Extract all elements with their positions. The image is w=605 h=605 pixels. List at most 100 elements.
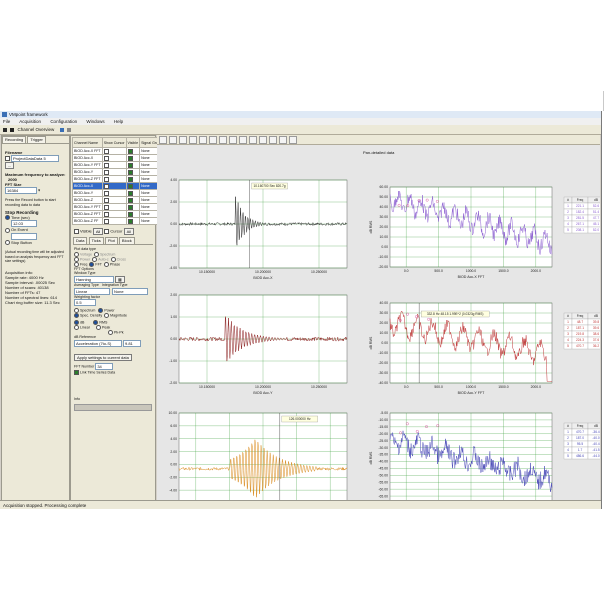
channel-name[interactable]: BIOD Acc-Y FFT (72, 161, 103, 169)
spec-density-radio[interactable] (74, 313, 79, 319)
channel-row[interactable]: BIOD Acc-Y None (72, 168, 165, 176)
stop-icon[interactable] (10, 127, 15, 132)
visible-row-checkbox[interactable] (127, 169, 133, 175)
channel-row[interactable]: BIOD Acc-X FFT None (72, 147, 165, 155)
visible-cell[interactable] (125, 154, 141, 162)
show-cursor-cell[interactable] (101, 154, 127, 162)
show-cursor-cell[interactable] (101, 217, 127, 225)
channel-row[interactable]: BIOD Acc-Z FF None (72, 217, 165, 225)
show-cursor-cell[interactable] (101, 210, 127, 218)
zoom-y-icon[interactable] (199, 136, 207, 144)
filename-input[interactable]: ProjectDataData 5 (11, 155, 59, 162)
col-show-cursor[interactable]: Show Cursor (101, 137, 127, 148)
visible-cell[interactable] (125, 217, 141, 225)
power-type-radio[interactable] (74, 256, 79, 262)
visible-row-checkbox[interactable] (127, 176, 133, 182)
channel-row[interactable]: BIOD Acc-X None (72, 182, 165, 190)
on-event-radio[interactable] (5, 227, 10, 233)
tab-trigger[interactable]: Trigger (27, 136, 46, 143)
visible-row-checkbox[interactable] (127, 218, 133, 224)
visible-row-checkbox[interactable] (127, 197, 133, 203)
channel-name[interactable]: BIOD Acc-X (72, 182, 103, 190)
channel-row[interactable]: BIOD Acc-Z None (72, 196, 165, 204)
apply-settings-button[interactable]: Apply settings to current data (74, 353, 132, 361)
show-cursor-cell[interactable] (101, 203, 127, 211)
tab-plot[interactable]: Plot (104, 237, 118, 244)
db-reference-value[interactable]: 9.81 (123, 339, 141, 347)
show-cursor-cell[interactable] (101, 161, 127, 169)
channel-row[interactable]: BIOD Acc-Z FFT None (72, 175, 165, 183)
spectrum-type-radio[interactable] (94, 251, 99, 257)
phase-radio[interactable] (103, 261, 109, 267)
visible-row-checkbox[interactable] (127, 148, 133, 154)
menu-help[interactable]: Help (114, 119, 123, 124)
show-cursor-cell[interactable] (101, 175, 127, 183)
peak-radio[interactable] (96, 325, 101, 331)
filename-checkbox[interactable] (5, 156, 10, 161)
export-icon[interactable] (289, 136, 297, 144)
auto-c-radio[interactable] (92, 256, 98, 262)
charts-svg[interactable]: 4.00 2.00 0.00 -2.00 -4.00 10.150000 10.200000… (157, 145, 600, 501)
col-channel-name[interactable]: Channel Name (72, 137, 103, 148)
show-cursor-checkbox[interactable] (103, 218, 109, 224)
show-cursor-checkbox[interactable] (103, 162, 109, 168)
show-cursor-cell[interactable] (101, 147, 127, 155)
visible-cell[interactable] (125, 189, 141, 197)
all-cursor-button[interactable]: All (123, 228, 135, 235)
visible-row-checkbox[interactable] (127, 190, 133, 196)
magnitude-radio[interactable] (104, 313, 110, 319)
db-reference-select[interactable]: Acceleration (7to-S) (74, 339, 122, 347)
channel-name[interactable]: BIOD Acc-Y (72, 189, 103, 197)
visible-checkbox[interactable] (74, 229, 79, 234)
show-cursor-checkbox[interactable] (103, 155, 109, 161)
view-icon[interactable] (59, 127, 64, 132)
time-radio[interactable] (5, 215, 10, 221)
channel-name[interactable]: BIOD Acc-Z FFT (72, 210, 103, 218)
show-cursor-checkbox[interactable] (103, 169, 109, 175)
menu-configuration[interactable]: Configuration (50, 119, 77, 124)
menu-file[interactable]: File (3, 119, 10, 124)
visible-row-checkbox[interactable] (127, 204, 133, 210)
channel-name[interactable]: BIOD Acc-Y FFT (72, 203, 103, 211)
channel-name[interactable]: BIOD Acc-Z FFT (72, 175, 103, 183)
show-cursor-cell[interactable] (101, 189, 127, 197)
fft-number-input[interactable]: 34 (95, 362, 114, 370)
show-cursor-checkbox[interactable] (103, 183, 109, 189)
print-icon[interactable] (259, 136, 267, 144)
visible-cell[interactable] (125, 175, 141, 183)
stop-button-radio[interactable] (5, 240, 10, 246)
visible-cell[interactable] (125, 203, 141, 211)
visible-row-checkbox[interactable] (127, 211, 133, 217)
visible-cell[interactable] (125, 196, 141, 204)
show-cursor-checkbox[interactable] (103, 211, 109, 217)
menu-acquisition[interactable]: Acquisition (19, 119, 41, 124)
show-cursor-checkbox[interactable] (103, 197, 109, 203)
visible-cell[interactable] (125, 182, 141, 190)
zoom-in-icon[interactable] (169, 136, 177, 144)
chevron-down-icon[interactable]: ▾ (38, 188, 40, 193)
channel-name[interactable]: BIOD Acc-Z FF (72, 217, 103, 225)
visible-row-checkbox[interactable] (127, 155, 133, 161)
channel-row[interactable]: BIOD Acc-Y FFT None (72, 203, 165, 211)
tab-block[interactable]: Block (118, 237, 135, 244)
zoom-out-icon[interactable] (179, 136, 187, 144)
linear-radio[interactable] (74, 325, 79, 331)
copy-icon[interactable] (279, 136, 287, 144)
weighting-factor-input[interactable]: 0.5 (74, 299, 96, 307)
freq-radio[interactable] (74, 261, 79, 267)
record-icon[interactable] (3, 127, 7, 132)
visible-row-checkbox[interactable] (127, 162, 133, 168)
grid-icon[interactable] (239, 136, 247, 144)
channel-row[interactable]: BIOD Acc-Y FFT None (72, 161, 165, 169)
show-cursor-cell[interactable] (101, 182, 127, 190)
cross-radio[interactable] (110, 256, 116, 262)
channel-name[interactable]: BIOD Acc-Y (72, 168, 103, 176)
fft-size-select[interactable]: 16384 (5, 187, 37, 194)
link-time-series-checkbox[interactable] (74, 369, 79, 375)
autoscale-icon[interactable] (219, 136, 227, 144)
show-cursor-cell[interactable] (101, 168, 127, 176)
visible-cell[interactable] (125, 210, 141, 218)
tab-recording[interactable]: Recording (2, 136, 27, 143)
integration-type-select[interactable]: None (112, 287, 148, 295)
visible-cell[interactable] (125, 161, 141, 169)
